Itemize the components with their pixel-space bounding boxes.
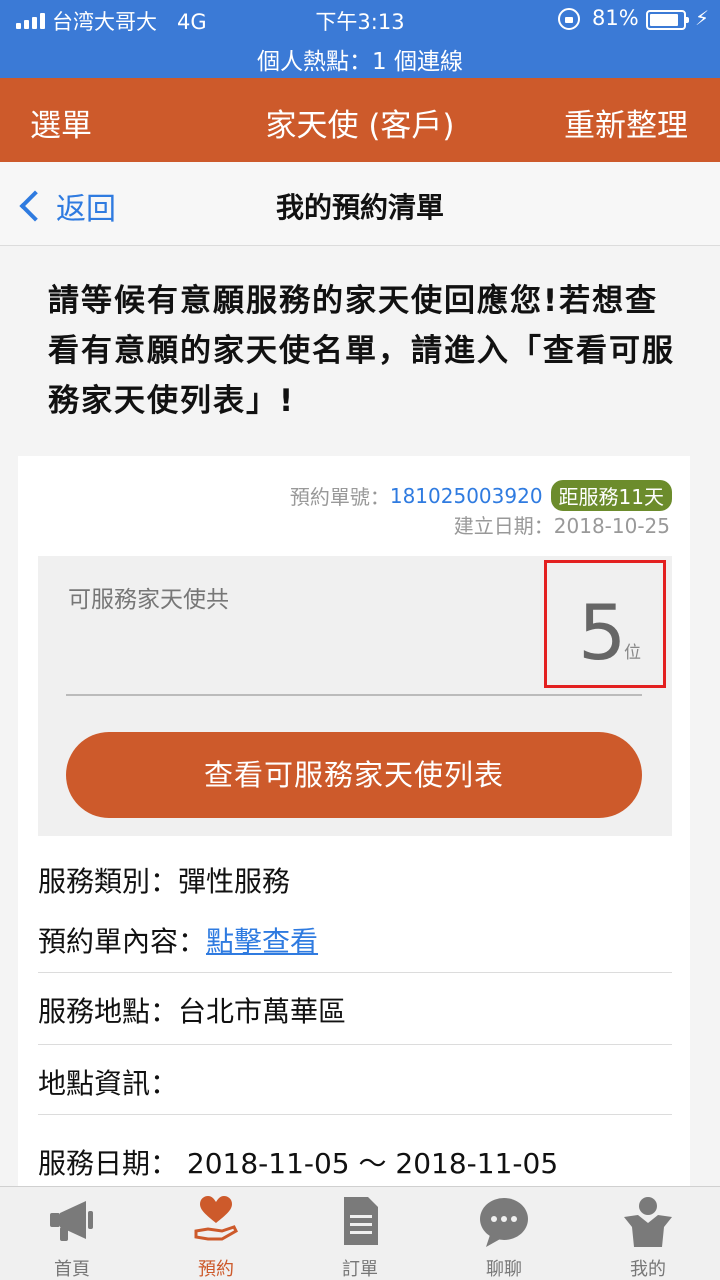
notice-text: 請等候有意願服務的家天使回應您!若想查看有意願的家天使名單，請進入「查看可服務家…: [48, 283, 675, 419]
refresh-button[interactable]: 重新整理: [564, 100, 688, 145]
order-card: 預約單號： 181025003920 距服務11天 建立日期：2018-10-2…: [18, 456, 690, 1216]
tab-bar: 首頁 預約 訂單 聊聊 我的: [0, 1186, 720, 1280]
app-header: 選單 家天使 (客戶) 重新整理: [0, 78, 720, 162]
divider: [38, 972, 672, 973]
chat-bubble-icon: [480, 1198, 528, 1247]
tab-booking[interactable]: 預約: [144, 1187, 288, 1280]
available-panel: 可服務家天使共 5 位 查看可服務家天使列表: [38, 556, 672, 836]
divider: [38, 1044, 672, 1045]
view-angel-list-button[interactable]: 查看可服務家天使列表: [66, 732, 642, 818]
nav-bar: 返回 我的預約清單: [0, 162, 720, 246]
tab-label: 預約: [198, 1259, 234, 1280]
battery-percent: 81%: [592, 6, 639, 30]
battery-icon: [646, 10, 689, 30]
tab-label: 聊聊: [486, 1259, 522, 1280]
service-category: 服務類別：彈性服務: [38, 865, 291, 898]
document-icon: [344, 1197, 378, 1245]
tab-label: 訂單: [342, 1259, 378, 1280]
service-date: 服務日期： 2018-11-05 ～ 2018-11-05: [38, 1147, 559, 1180]
heart-hand-icon: [194, 1196, 238, 1241]
order-number-label: 預約單號：: [289, 485, 390, 509]
status-bar: 台湾大哥大 4G 下午3:13 81% ⚡ 個人熱點：1 個連線: [0, 0, 720, 78]
available-label: 可服務家天使共: [68, 587, 229, 613]
order-content-row: 預約單內容：點擊查看: [38, 920, 672, 960]
tab-chat[interactable]: 聊聊: [432, 1187, 576, 1280]
created-date: 建立日期：2018-10-25: [453, 514, 670, 538]
highlight-box: [544, 560, 666, 688]
hotspot-banner[interactable]: 個人熱點：1 個連線: [0, 42, 720, 76]
page-title: 我的預約清單: [275, 191, 444, 224]
location-info: 地點資訊：: [38, 1067, 179, 1100]
charging-icon: ⚡: [695, 6, 710, 30]
order-number-line: 預約單號： 181025003920 距服務11天: [290, 480, 672, 511]
order-content-label: 預約單內容：: [38, 925, 207, 958]
tab-label: 我的: [630, 1259, 666, 1280]
angel-person-icon: [624, 1197, 672, 1247]
service-location: 服務地點：台北市萬華區: [38, 995, 347, 1028]
tab-label: 首頁: [54, 1259, 90, 1280]
divider: [38, 1114, 672, 1115]
days-badge: 距服務11天: [550, 480, 672, 511]
order-number: 181025003920: [389, 483, 543, 508]
tab-orders[interactable]: 訂單: [288, 1187, 432, 1280]
divider: [66, 694, 642, 696]
view-content-link[interactable]: 點擊查看: [206, 925, 318, 958]
rotation-lock-icon: [558, 8, 580, 30]
tab-me[interactable]: 我的: [576, 1187, 720, 1280]
tab-home[interactable]: 首頁: [0, 1187, 144, 1280]
megaphone-icon: [50, 1201, 93, 1241]
